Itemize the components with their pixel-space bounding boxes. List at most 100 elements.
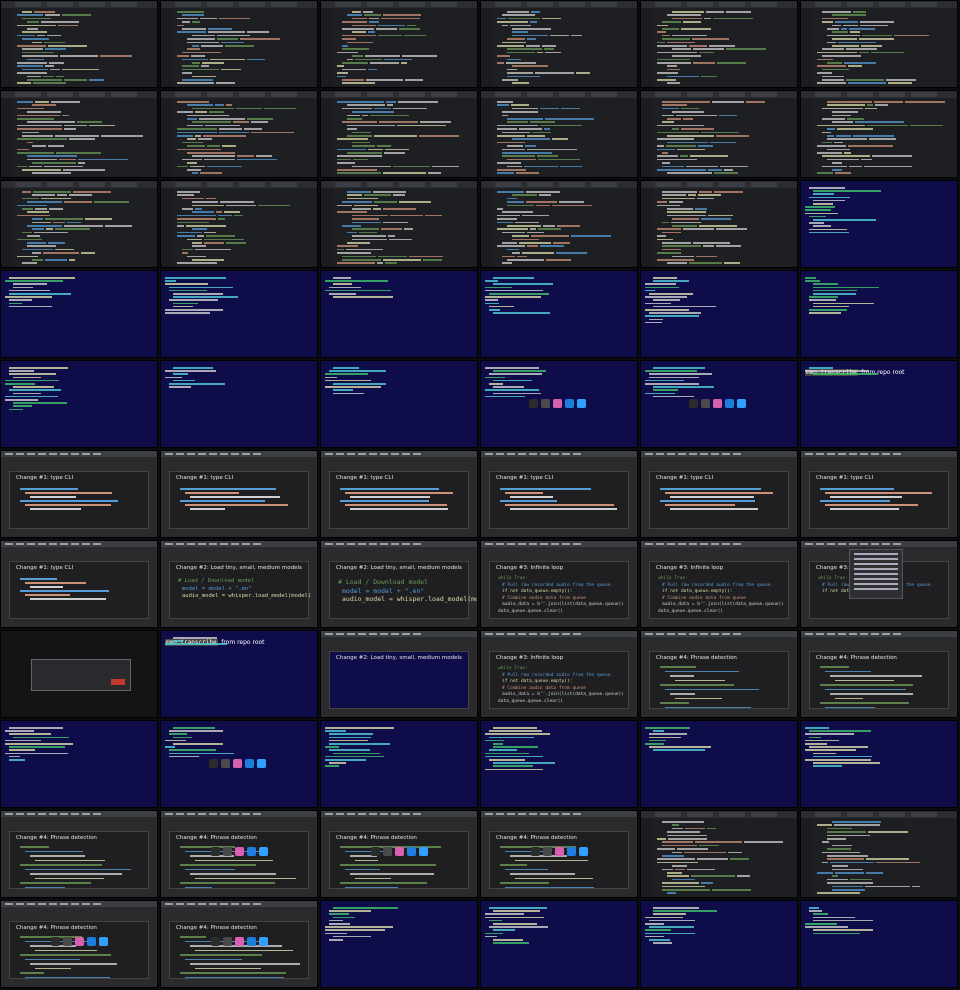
- menu-item[interactable]: [325, 543, 333, 545]
- editor-tab[interactable]: [111, 92, 137, 97]
- menu-item[interactable]: [165, 543, 173, 545]
- editor-tab[interactable]: [815, 2, 841, 7]
- app-icon[interactable]: [211, 937, 220, 946]
- menu-item[interactable]: [336, 633, 344, 635]
- menu-item[interactable]: [485, 543, 493, 545]
- context-menu-item[interactable]: [854, 573, 898, 575]
- editor-tab[interactable]: [399, 2, 425, 7]
- menu-item[interactable]: [5, 543, 13, 545]
- context-menu-item[interactable]: [854, 563, 898, 565]
- editor-tab[interactable]: [751, 2, 777, 7]
- app-icon[interactable]: [395, 847, 404, 856]
- menu-item[interactable]: [82, 543, 90, 545]
- menu-item[interactable]: [871, 453, 879, 455]
- app-icon[interactable]: [371, 847, 380, 856]
- menu-item[interactable]: [187, 453, 195, 455]
- editor-tab[interactable]: [719, 182, 745, 187]
- app-icon[interactable]: [419, 847, 428, 856]
- menu-item[interactable]: [391, 813, 399, 815]
- app-icon[interactable]: [233, 759, 242, 768]
- menu-item[interactable]: [60, 543, 68, 545]
- menu-item[interactable]: [165, 903, 173, 905]
- menu-item[interactable]: [198, 543, 206, 545]
- app-icon[interactable]: [531, 847, 540, 856]
- menu-item[interactable]: [402, 813, 410, 815]
- menu-item[interactable]: [60, 453, 68, 455]
- app-icon[interactable]: [221, 759, 230, 768]
- app-icon[interactable]: [579, 847, 588, 856]
- app-icon[interactable]: [259, 847, 268, 856]
- editor-tab[interactable]: [79, 92, 105, 97]
- menu-item[interactable]: [485, 453, 493, 455]
- editor-tab[interactable]: [559, 182, 585, 187]
- menu-item[interactable]: [893, 453, 901, 455]
- menu-item[interactable]: [805, 453, 813, 455]
- editor-tab[interactable]: [367, 92, 393, 97]
- menu-item[interactable]: [656, 633, 664, 635]
- menu-item[interactable]: [711, 633, 719, 635]
- menu-item[interactable]: [413, 543, 421, 545]
- menu-item[interactable]: [187, 543, 195, 545]
- menu-item[interactable]: [27, 543, 35, 545]
- menu-item[interactable]: [667, 633, 675, 635]
- editor-tab[interactable]: [399, 92, 425, 97]
- menu-item[interactable]: [849, 453, 857, 455]
- editor-tab[interactable]: [911, 2, 937, 7]
- menu-item[interactable]: [82, 903, 90, 905]
- menu-item[interactable]: [551, 543, 559, 545]
- editor-tab[interactable]: [47, 182, 73, 187]
- menu-item[interactable]: [71, 903, 79, 905]
- menu-item[interactable]: [5, 903, 13, 905]
- menu-item[interactable]: [562, 813, 570, 815]
- menu-item[interactable]: [5, 453, 13, 455]
- menu-item[interactable]: [358, 633, 366, 635]
- menu-item[interactable]: [220, 903, 228, 905]
- editor-tab[interactable]: [591, 182, 617, 187]
- menu-item[interactable]: [413, 633, 421, 635]
- menu-item[interactable]: [358, 543, 366, 545]
- editor-tab[interactable]: [495, 2, 521, 7]
- menu-item[interactable]: [16, 903, 24, 905]
- menu-item[interactable]: [198, 813, 206, 815]
- menu-item[interactable]: [209, 543, 217, 545]
- menu-item[interactable]: [325, 813, 333, 815]
- menu-item[interactable]: [413, 813, 421, 815]
- menu-item[interactable]: [220, 543, 228, 545]
- editor-tab[interactable]: [431, 182, 457, 187]
- context-menu-item[interactable]: [854, 558, 898, 560]
- menu-item[interactable]: [529, 633, 537, 635]
- menu-item[interactable]: [711, 543, 719, 545]
- menu-item[interactable]: [893, 543, 901, 545]
- app-icon[interactable]: [209, 759, 218, 768]
- menu-item[interactable]: [49, 543, 57, 545]
- menu-item[interactable]: [347, 813, 355, 815]
- editor-tab[interactable]: [911, 812, 937, 817]
- app-icon[interactable]: [51, 937, 60, 946]
- menu-item[interactable]: [49, 903, 57, 905]
- menu-item[interactable]: [60, 813, 68, 815]
- menu-item[interactable]: [242, 453, 250, 455]
- menu-item[interactable]: [518, 543, 526, 545]
- app-icon[interactable]: [257, 759, 266, 768]
- menu-item[interactable]: [678, 543, 686, 545]
- editor-tab[interactable]: [527, 182, 553, 187]
- editor-tab[interactable]: [47, 2, 73, 7]
- app-icon[interactable]: [247, 937, 256, 946]
- menu-item[interactable]: [253, 903, 261, 905]
- menu-item[interactable]: [827, 543, 835, 545]
- menu-item[interactable]: [540, 633, 548, 635]
- menu-item[interactable]: [882, 543, 890, 545]
- editor-tab[interactable]: [559, 2, 585, 7]
- menu-item[interactable]: [496, 543, 504, 545]
- context-menu-item[interactable]: [854, 578, 898, 580]
- menu-item[interactable]: [16, 813, 24, 815]
- menu-item[interactable]: [485, 813, 493, 815]
- editor-tab[interactable]: [687, 2, 713, 7]
- app-icon[interactable]: [737, 399, 746, 408]
- editor-tab[interactable]: [175, 2, 201, 7]
- menu-item[interactable]: [722, 543, 730, 545]
- menu-item[interactable]: [231, 543, 239, 545]
- editor-tab[interactable]: [879, 812, 905, 817]
- menu-item[interactable]: [689, 543, 697, 545]
- editor-tab[interactable]: [431, 92, 457, 97]
